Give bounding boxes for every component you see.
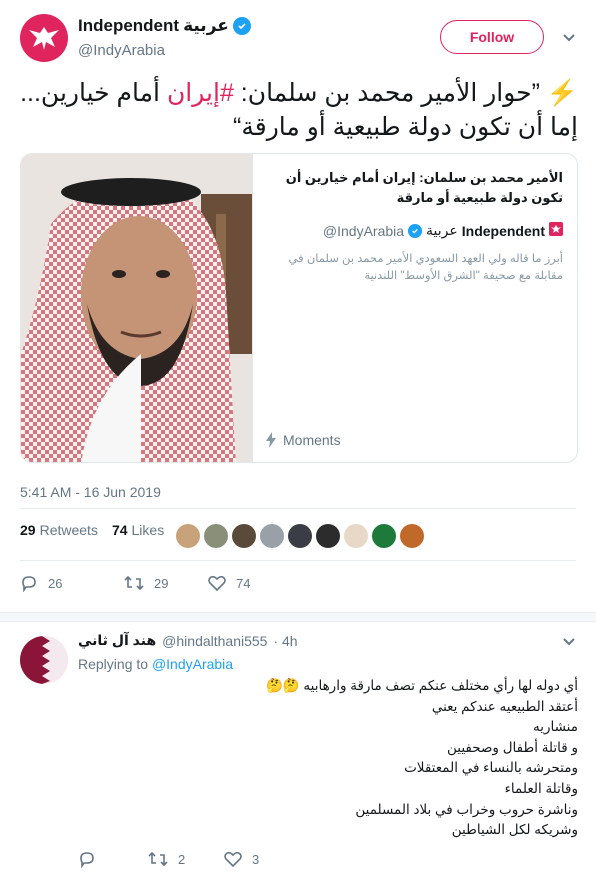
reply-icon xyxy=(80,852,94,868)
reply-text-line: أي دوله لها رأي مختلف عنكم تصف مارقة وار… xyxy=(266,678,578,693)
divider xyxy=(20,560,576,561)
like-action[interactable]: 3 xyxy=(224,851,300,867)
reply-author-name[interactable]: هند آل ثاني xyxy=(78,632,156,649)
verified-badge-icon xyxy=(232,17,251,35)
reply-text: أي دوله لها رأي مختلف عنكم تصف مارقة وار… xyxy=(78,676,578,841)
liker-avatar[interactable] xyxy=(372,524,396,548)
replying-to-handle[interactable]: @IndyArabia xyxy=(152,656,233,672)
reply-action[interactable] xyxy=(78,850,154,868)
card-description: أبرز ما قاله ولي العهد السعودي الأمير مح… xyxy=(288,253,563,282)
reply-icon xyxy=(22,576,36,592)
reply-text-line: منشاريه xyxy=(533,719,578,735)
reply-retweet-count: 2 xyxy=(178,851,186,867)
chevron-down-icon[interactable] xyxy=(562,30,576,48)
retweets-label[interactable]: Retweets xyxy=(40,522,98,538)
reply-count: 26 xyxy=(48,575,63,591)
reply-text-line: وقاتلة العلماء xyxy=(504,780,578,796)
reply-tweet[interactable]: هند آل ثاني @hindalthani555 · 4h Replyin… xyxy=(0,622,596,886)
engagement-stats: 29 Retweets 74 Likes xyxy=(20,522,178,538)
moment-card[interactable]: الأمير محمد بن سلمان: إيران أمام خيارين … xyxy=(20,153,578,463)
reply-text-line: و قاتلة أطفال وصحفيين xyxy=(447,739,578,755)
section-separator xyxy=(0,612,596,622)
account-name-row[interactable]: Independent عربية xyxy=(78,16,251,36)
heart-icon xyxy=(208,575,226,591)
liker-avatars xyxy=(176,524,424,548)
reply-actions: 2 3 xyxy=(78,850,300,868)
retweets-count[interactable]: 29 xyxy=(20,522,36,538)
liker-avatar[interactable] xyxy=(204,524,228,548)
portrait-photo xyxy=(21,154,252,462)
reply-text-line: وناشرة حروب وخراب في بلاد المسلمين xyxy=(355,801,578,817)
card-byline-name: Independent xyxy=(461,222,545,239)
reply-author-handle[interactable]: @hindalthani555 xyxy=(162,633,267,649)
liker-avatar[interactable] xyxy=(316,524,340,548)
tweet-actions: 26 29 74 xyxy=(20,574,288,592)
tweet-text-part1: ⚡️ ”حوار الأمير محمد بن سلمان: xyxy=(233,79,578,107)
tweet-timestamp[interactable]: 5:41 AM - 16 Jun 2019 xyxy=(20,484,161,500)
eagle-logo-icon xyxy=(29,27,59,50)
reply-time[interactable]: · 4h xyxy=(273,633,297,649)
retweet-action[interactable]: 29 xyxy=(124,575,204,591)
liker-avatar[interactable] xyxy=(176,524,200,548)
retweet-action[interactable]: 2 xyxy=(148,851,224,867)
like-action[interactable]: 74 xyxy=(208,575,288,591)
account-avatar[interactable] xyxy=(20,14,68,62)
independent-logo-icon xyxy=(549,222,563,239)
liker-avatar[interactable] xyxy=(260,524,284,548)
card-byline: Independent عربية IndyArabia@ xyxy=(323,222,563,239)
liker-avatar[interactable] xyxy=(232,524,256,548)
moments-label: Moments xyxy=(265,432,341,448)
card-image xyxy=(21,154,253,462)
card-byline-handle: IndyArabia@ xyxy=(322,222,405,239)
hashtag-link[interactable]: #إيران xyxy=(167,79,234,107)
likes-count[interactable]: 74 xyxy=(112,522,128,538)
reply-text-line: وشريكه لكل الشياطين xyxy=(451,822,578,838)
retweet-icon xyxy=(124,575,144,591)
replying-to: Replying to @IndyArabia xyxy=(78,656,233,672)
account-name-arabic: عربية xyxy=(183,16,229,35)
divider xyxy=(20,508,576,509)
likes-label[interactable]: Likes xyxy=(132,522,165,538)
heart-icon xyxy=(224,851,242,867)
follow-button[interactable]: Follow xyxy=(440,20,544,54)
lightning-icon xyxy=(266,432,276,448)
reply-like-count: 3 xyxy=(252,851,260,867)
account-handle[interactable]: @IndyArabia xyxy=(78,42,165,59)
replying-to-prefix: Replying to xyxy=(78,656,149,672)
reply-avatar[interactable] xyxy=(20,636,68,684)
chevron-down-icon[interactable] xyxy=(562,634,576,652)
reply-header: هند آل ثاني @hindalthani555 · 4h xyxy=(78,632,298,649)
like-count: 74 xyxy=(236,575,251,591)
account-name: Independent xyxy=(78,16,180,35)
liker-avatar[interactable] xyxy=(400,524,424,548)
tweet-text: ⚡️ ”حوار الأمير محمد بن سلمان: #إيران أم… xyxy=(20,76,578,144)
reply-text-line: أعتقد الطبيعيه عندكم يعني xyxy=(431,698,578,714)
reply-avatar-image xyxy=(20,636,68,684)
reply-text-line: ومتحرشه بالنساء في المعتقلات xyxy=(404,760,578,776)
card-body: الأمير محمد بن سلمان: إيران أمام خيارين … xyxy=(253,154,577,462)
card-title: الأمير محمد بن سلمان: إيران أمام خيارين … xyxy=(285,170,563,205)
moments-text: Moments xyxy=(283,432,341,448)
card-byline-arabic: عربية xyxy=(426,222,458,238)
retweet-count: 29 xyxy=(154,575,169,591)
reply-action[interactable]: 26 xyxy=(20,574,100,592)
liker-avatar[interactable] xyxy=(344,524,368,548)
verified-badge-icon xyxy=(408,223,423,238)
liker-avatar[interactable] xyxy=(288,524,312,548)
retweet-icon xyxy=(148,851,168,867)
